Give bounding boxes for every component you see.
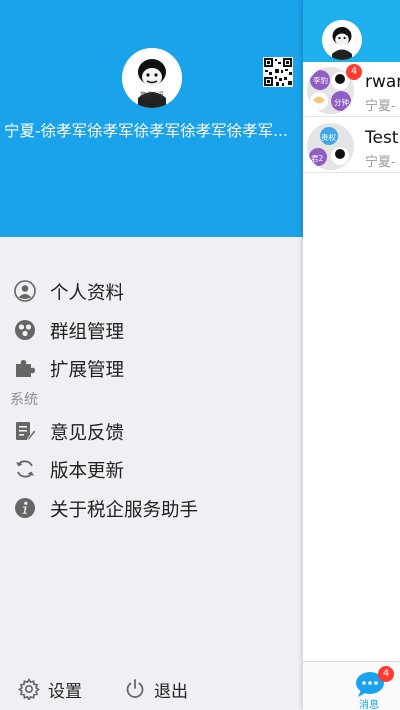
menu-item-label: 意见反馈 xyxy=(50,422,125,444)
menu-item-label: 关于税企服务助手 xyxy=(50,499,199,521)
logout-label: 退出 xyxy=(154,681,188,702)
menu-item-label: 扩展管理 xyxy=(50,360,125,381)
tab-messages[interactable]: 4 消息 xyxy=(351,666,394,710)
tab-bar: 4 消息 xyxy=(303,661,400,710)
power-icon xyxy=(126,679,144,698)
feedback-icon xyxy=(16,421,36,441)
section-label-system: 系统 xyxy=(10,391,38,408)
menu-item-feedback[interactable]: 意见反馈 xyxy=(0,412,303,451)
menu-item-profile[interactable]: 个人资料 xyxy=(0,272,303,311)
chat-subtitle: 宁夏- xyxy=(365,155,396,170)
main-header xyxy=(303,0,400,62)
side-drawer: 笑成小逗 宁夏-徐孝军徐孝军徐孝军徐孝军徐孝军... 个人资料 群组管理 扩展管… xyxy=(0,0,303,710)
menu-item-label: 群组管理 xyxy=(50,321,125,343)
menu-item-groups[interactable]: 群组管理 xyxy=(0,311,303,350)
group-avatar-tag: 贵权 xyxy=(321,133,336,142)
drawer-header: 笑成小逗 宁夏-徐孝军徐孝军徐孝军徐孝军徐孝军... xyxy=(0,0,303,237)
group-avatar-tag: 君2 xyxy=(311,154,324,163)
gear-icon xyxy=(18,678,40,700)
menu-item-label: 个人资料 xyxy=(50,283,125,304)
settings-button[interactable]: 设置 xyxy=(18,672,82,706)
group-icon xyxy=(15,319,35,340)
menu-item-about[interactable]: 关于税企服务助手 xyxy=(0,489,303,528)
group-avatar: 贵权 君2 xyxy=(307,123,354,170)
avatar-meme-icon: 笑成小逗 xyxy=(122,48,182,108)
main-panel: 李豹 分钟 4 rwan 宁夏- 贵权 君2 Test 宁夏- xyxy=(303,0,400,710)
unread-badge: 4 xyxy=(346,64,362,80)
tab-unread-badge: 4 xyxy=(378,666,394,682)
username-label: 宁夏-徐孝军徐孝军徐孝军徐孝军徐孝军... xyxy=(4,122,288,140)
drawer-footer: 设置 退出 xyxy=(0,672,303,706)
group-avatar-tag: 分钟 xyxy=(334,98,349,107)
menu-item-extensions[interactable]: 扩展管理 xyxy=(0,349,303,388)
tab-label: 消息 xyxy=(359,700,379,710)
avatar-caption: 笑成小逗 xyxy=(140,91,164,99)
chat-list-item[interactable]: 李豹 分钟 4 rwan 宁夏- xyxy=(303,62,400,117)
chat-subtitle: 宁夏- xyxy=(365,99,396,114)
drawer-menu: 个人资料 群组管理 扩展管理 系统 意见反馈 版本更新 关于税企服务助手 xyxy=(0,272,303,527)
profile-avatar[interactable]: 笑成小逗 xyxy=(122,48,182,108)
chat-title: Test xyxy=(365,128,399,148)
group-avatar-tag: 李豹 xyxy=(313,76,328,85)
menu-item-label: 版本更新 xyxy=(50,461,125,482)
avatar-meme-icon xyxy=(322,20,362,60)
logout-button[interactable]: 退出 xyxy=(124,672,188,706)
info-icon xyxy=(15,497,35,518)
qr-code-icon[interactable] xyxy=(263,57,293,87)
refresh-icon xyxy=(16,460,34,478)
chat-title: rwan xyxy=(365,72,400,92)
settings-label: 设置 xyxy=(48,681,82,702)
menu-item-update[interactable]: 版本更新 xyxy=(0,450,303,489)
header-avatar[interactable] xyxy=(322,20,362,60)
person-icon xyxy=(14,280,36,302)
chat-list-item[interactable]: 贵权 君2 Test 宁夏- xyxy=(303,118,400,173)
puzzle-icon xyxy=(16,360,35,377)
